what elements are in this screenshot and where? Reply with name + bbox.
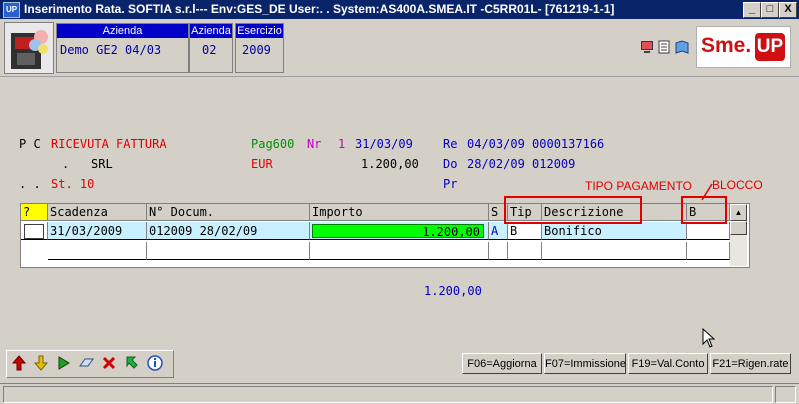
nr-value: 1 [338, 137, 346, 151]
clear-icon[interactable] [77, 353, 95, 373]
row1-flags: P C [19, 137, 41, 151]
esercizio-box: Esercizio 2009 [235, 23, 284, 73]
cell-importo-wrap[interactable]: 1.200,00 [310, 222, 489, 240]
monitor-icon[interactable] [640, 40, 654, 54]
company-logo [4, 22, 54, 74]
annotation-tipo-pagamento: TIPO PAGAMENTO [585, 179, 692, 193]
row-checkbox[interactable] [24, 224, 44, 239]
row3-flags: . . [19, 177, 41, 191]
info-icon[interactable] [146, 353, 164, 373]
row-select-cell[interactable] [21, 222, 48, 240]
esercizio-value: 2009 [242, 43, 271, 57]
cell-s[interactable]: A [489, 222, 508, 240]
status-panel-small [775, 386, 796, 403]
down-arrow-icon[interactable] [32, 353, 50, 373]
amount: 1.200,00 [361, 157, 419, 171]
f07-immissione-button[interactable]: F07=Immissione [544, 353, 626, 374]
empty-cell-b[interactable] [687, 242, 730, 260]
company-name: SRL [91, 157, 113, 171]
col-header-importo[interactable]: Importo [310, 204, 489, 221]
logo-icon [11, 30, 48, 69]
empty-cell-descrizione[interactable] [542, 242, 687, 260]
azienda-code-value: 02 [202, 43, 217, 57]
brand-text: Sme. [701, 34, 752, 57]
book-icon[interactable] [675, 40, 689, 54]
cell-importo[interactable]: 1.200,00 [312, 224, 484, 239]
cell-b[interactable] [687, 222, 730, 240]
pag-code: Pag600 [251, 137, 295, 151]
azienda-caption: Azienda [57, 24, 188, 38]
status-text: St. 10 [51, 177, 95, 191]
close-button[interactable]: X [779, 2, 797, 18]
empty-cell-scadenza[interactable] [48, 242, 147, 260]
do-value: 28/02/09 012009 [467, 157, 576, 171]
document-type: RICEVUTA FATTURA [51, 137, 167, 151]
cell-descrizione[interactable]: Bonifico [542, 222, 687, 240]
cell-scadenza[interactable]: 31/03/2009 [48, 222, 147, 240]
row2-flag: . [62, 157, 70, 171]
esercizio-caption: Esercizio [236, 24, 283, 38]
azienda-value: Demo GE2 04/03 [60, 43, 162, 57]
col-header-docum[interactable]: N° Docum. [147, 204, 310, 221]
cell-tip[interactable]: B [508, 222, 542, 240]
scroll-up-button[interactable]: ▲ [730, 204, 747, 221]
return-icon[interactable] [123, 353, 141, 373]
f21-rigen-rate-button[interactable]: F21=Rigen.rate [710, 353, 791, 374]
delete-icon[interactable] [100, 353, 118, 373]
smeup-logo: Sme. UP [696, 26, 791, 68]
minimize-button[interactable]: _ [743, 2, 761, 18]
empty-cell-tip[interactable] [508, 242, 542, 260]
re-value: 04/03/09 0000137166 [467, 137, 605, 151]
mouse-cursor-icon [702, 328, 716, 348]
status-panel [3, 386, 773, 403]
col-header-scadenza[interactable]: Scadenza [48, 204, 147, 221]
scroll-thumb[interactable] [730, 221, 747, 235]
window-title: Inserimento Rata. SOFTIA s.r.l--- Env:GE… [24, 2, 615, 16]
total-amount: 1.200,00 [424, 284, 482, 298]
azienda-code-caption: Azienda [190, 24, 232, 38]
title-bar: UP Inserimento Rata. SOFTIA s.r.l--- Env… [0, 0, 799, 19]
azienda-code-box: Azienda 02 [189, 23, 233, 73]
nr-date: 31/03/09 [355, 137, 413, 151]
annotation-box-tipo [504, 196, 642, 224]
up-arrow-icon[interactable] [10, 353, 28, 373]
empty-cell-importo[interactable] [310, 242, 489, 260]
maximize-button[interactable]: □ [761, 2, 779, 18]
cell-docum[interactable]: 012009 28/02/09 [147, 222, 310, 240]
do-label: Do [443, 157, 458, 171]
play-icon[interactable] [54, 353, 72, 373]
brand-up-badge: UP [755, 33, 785, 61]
nr-label: Nr [307, 137, 322, 151]
col-header-select[interactable]: ? [21, 204, 48, 221]
document-icon[interactable] [657, 40, 671, 54]
re-label: Re [443, 137, 458, 151]
app-icon: UP [3, 2, 20, 18]
empty-cell-docum[interactable] [147, 242, 310, 260]
azienda-box: Azienda Demo GE2 04/03 [56, 23, 189, 73]
table-scrollbar[interactable]: ▲ [730, 204, 747, 266]
f19-valconto-button[interactable]: F19=Val.Conto [628, 353, 708, 374]
annotation-box-blocco [681, 196, 727, 224]
currency: EUR [251, 157, 273, 171]
pr-label: Pr [443, 177, 458, 191]
empty-cell-s[interactable] [489, 242, 508, 260]
f06-aggiorna-button[interactable]: F06=Aggiorna [462, 353, 542, 374]
